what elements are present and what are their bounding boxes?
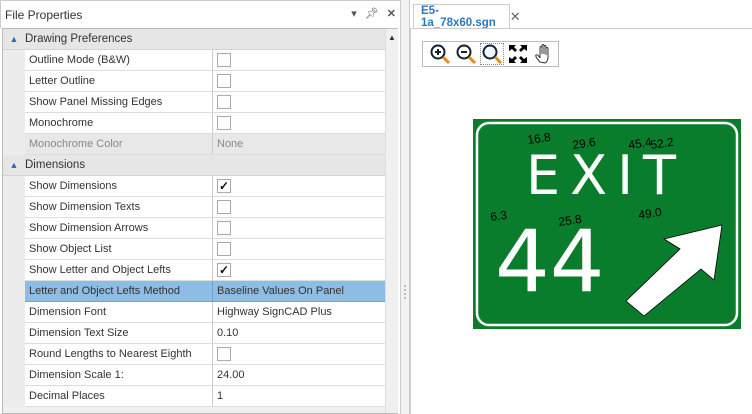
property-name: Dimension Font [25,302,213,323]
category-label: Dimensions [25,159,86,171]
property-checkbox[interactable]: ✓ [217,263,231,277]
row-indent [3,176,25,197]
zoom-toolbar [422,41,559,67]
property-row[interactable]: Letter Outline [3,71,385,92]
property-value[interactable]: Baseline Values On Panel [213,281,385,302]
row-indent [3,134,25,155]
row-indent [3,281,25,302]
property-name: Letter Outline [25,71,213,92]
drawing-canvas[interactable]: EXIT 44 16.8 29.6 45.4 52.2 6.3 25.8 49.… [410,28,752,414]
property-checkbox[interactable] [217,74,231,88]
tab-document[interactable]: E5-1a_78x60.sgn ✕ [413,4,521,29]
close-tab-icon[interactable]: ✕ [510,9,521,25]
property-name: Show Dimension Texts [25,197,213,218]
panel-splitter[interactable] [401,0,410,414]
property-value[interactable]: Highway SignCAD Plus [213,302,385,323]
property-name: Round Lengths to Nearest Eighth Inch [25,344,213,380]
row-indent [3,344,25,365]
property-row[interactable]: Round Lengths to Nearest Eighth Inch [3,344,385,380]
property-name: Monochrome [25,113,213,134]
property-checkbox[interactable] [217,242,231,256]
category-drawing-preferences[interactable]: ▲ Drawing Preferences [3,29,385,50]
category-label: Drawing Preferences [25,33,133,45]
property-name: Show Object List [25,239,213,260]
property-value[interactable]: 24.00 [213,365,385,386]
property-row[interactable]: Decimal Places 1 [3,386,385,407]
row-indent [3,92,25,113]
property-value: None [213,134,385,155]
property-value[interactable]: 0.10 [213,323,385,344]
property-checkbox[interactable] [217,116,231,130]
pin-icon[interactable]: 📌︎ [365,7,379,20]
property-row[interactable]: Monochrome Color None [3,134,385,155]
property-name: Dimension Text Size [25,323,213,344]
property-row[interactable]: Show Dimension Texts [3,197,385,218]
dropdown-icon[interactable]: ▾ [351,7,357,20]
property-row[interactable]: Show Dimension Arrows [3,218,385,239]
property-grid: ▲ Drawing Preferences Outline Mode (B&W) Le… [2,28,398,414]
exit-sign-drawing[interactable]: EXIT 44 16.8 29.6 45.4 52.2 6.3 25.8 49.… [473,119,752,331]
row-indent [3,113,25,134]
row-indent [3,197,25,218]
property-row[interactable]: Outline Mode (B&W) [3,50,385,71]
property-row[interactable]: Dimension Scale 1: 24.00 [3,365,385,386]
property-name: Show Dimension Arrows [25,218,213,239]
property-row[interactable]: Show Panel Missing Edges [3,92,385,113]
property-name: Decimal Places [25,386,213,407]
property-row[interactable]: Dimension Text Size 0.10 [3,323,385,344]
row-indent [3,365,25,386]
zoom-out-icon[interactable] [454,43,478,65]
collapse-icon[interactable]: ▲ [3,155,25,175]
row-indent [3,239,25,260]
property-row[interactable]: Show Letter and Object Lefts ✓ [3,260,385,281]
property-name: Monochrome Color [25,134,213,155]
row-indent [3,50,25,71]
property-row[interactable]: Letter and Object Lefts Method Baseline V… [3,281,385,302]
zoom-in-icon[interactable] [428,43,452,65]
splitter-grip[interactable] [404,285,406,299]
category-dimensions[interactable]: ▲ Dimensions [3,155,385,176]
row-indent [3,260,25,281]
sign-exit-text: EXIT [526,144,686,207]
property-name: Show Panel Missing Edges [25,92,213,113]
scroll-up-icon[interactable]: ▲ [386,33,398,42]
row-indent [3,218,25,239]
document-panel: E5-1a_78x60.sgn ✕ EXIT 44 16.8 29.6 45.4… [410,0,752,414]
sign-exit-number: 44 [495,212,604,312]
vertical-scrollbar[interactable]: ▲ [385,29,398,413]
property-checkbox[interactable] [217,347,231,361]
property-name: Dimension Scale 1: [25,365,213,386]
property-name: Outline Mode (B&W) [25,50,213,71]
zoom-extents-icon[interactable] [506,43,530,65]
collapse-icon[interactable]: ▲ [3,29,25,49]
property-checkbox[interactable] [217,95,231,109]
tab-label: E5-1a_78x60.sgn [421,5,496,29]
property-row[interactable]: Show Object List [3,239,385,260]
property-checkbox[interactable] [217,200,231,214]
close-icon[interactable]: ✕ [387,7,396,20]
row-indent [3,386,25,407]
pan-hand-icon[interactable] [532,43,556,65]
property-checkbox[interactable]: ✓ [217,179,231,193]
property-name: Letter and Object Lefts Method [25,281,213,302]
property-value[interactable]: 1 [213,386,385,407]
panel-title: File Properties [5,8,83,22]
dimension-label: 6.3 [489,208,508,224]
property-row[interactable]: Show Dimensions ✓ [3,176,385,197]
property-checkbox[interactable] [217,221,231,235]
property-name: Show Dimensions [25,176,213,197]
zoom-window-icon[interactable] [480,43,504,65]
row-indent [3,323,25,344]
row-indent [3,302,25,323]
panel-title-bar: File Properties ▾ 📌︎ ✕ [0,0,401,28]
property-name: Show Letter and Object Lefts [25,260,213,281]
property-row[interactable]: Dimension Font Highway SignCAD Plus [3,302,385,323]
row-indent [3,71,25,92]
file-properties-panel: File Properties ▾ 📌︎ ✕ ▲ Drawing Preferen… [0,0,401,414]
property-row[interactable]: Monochrome [3,113,385,134]
property-checkbox[interactable] [217,53,231,67]
